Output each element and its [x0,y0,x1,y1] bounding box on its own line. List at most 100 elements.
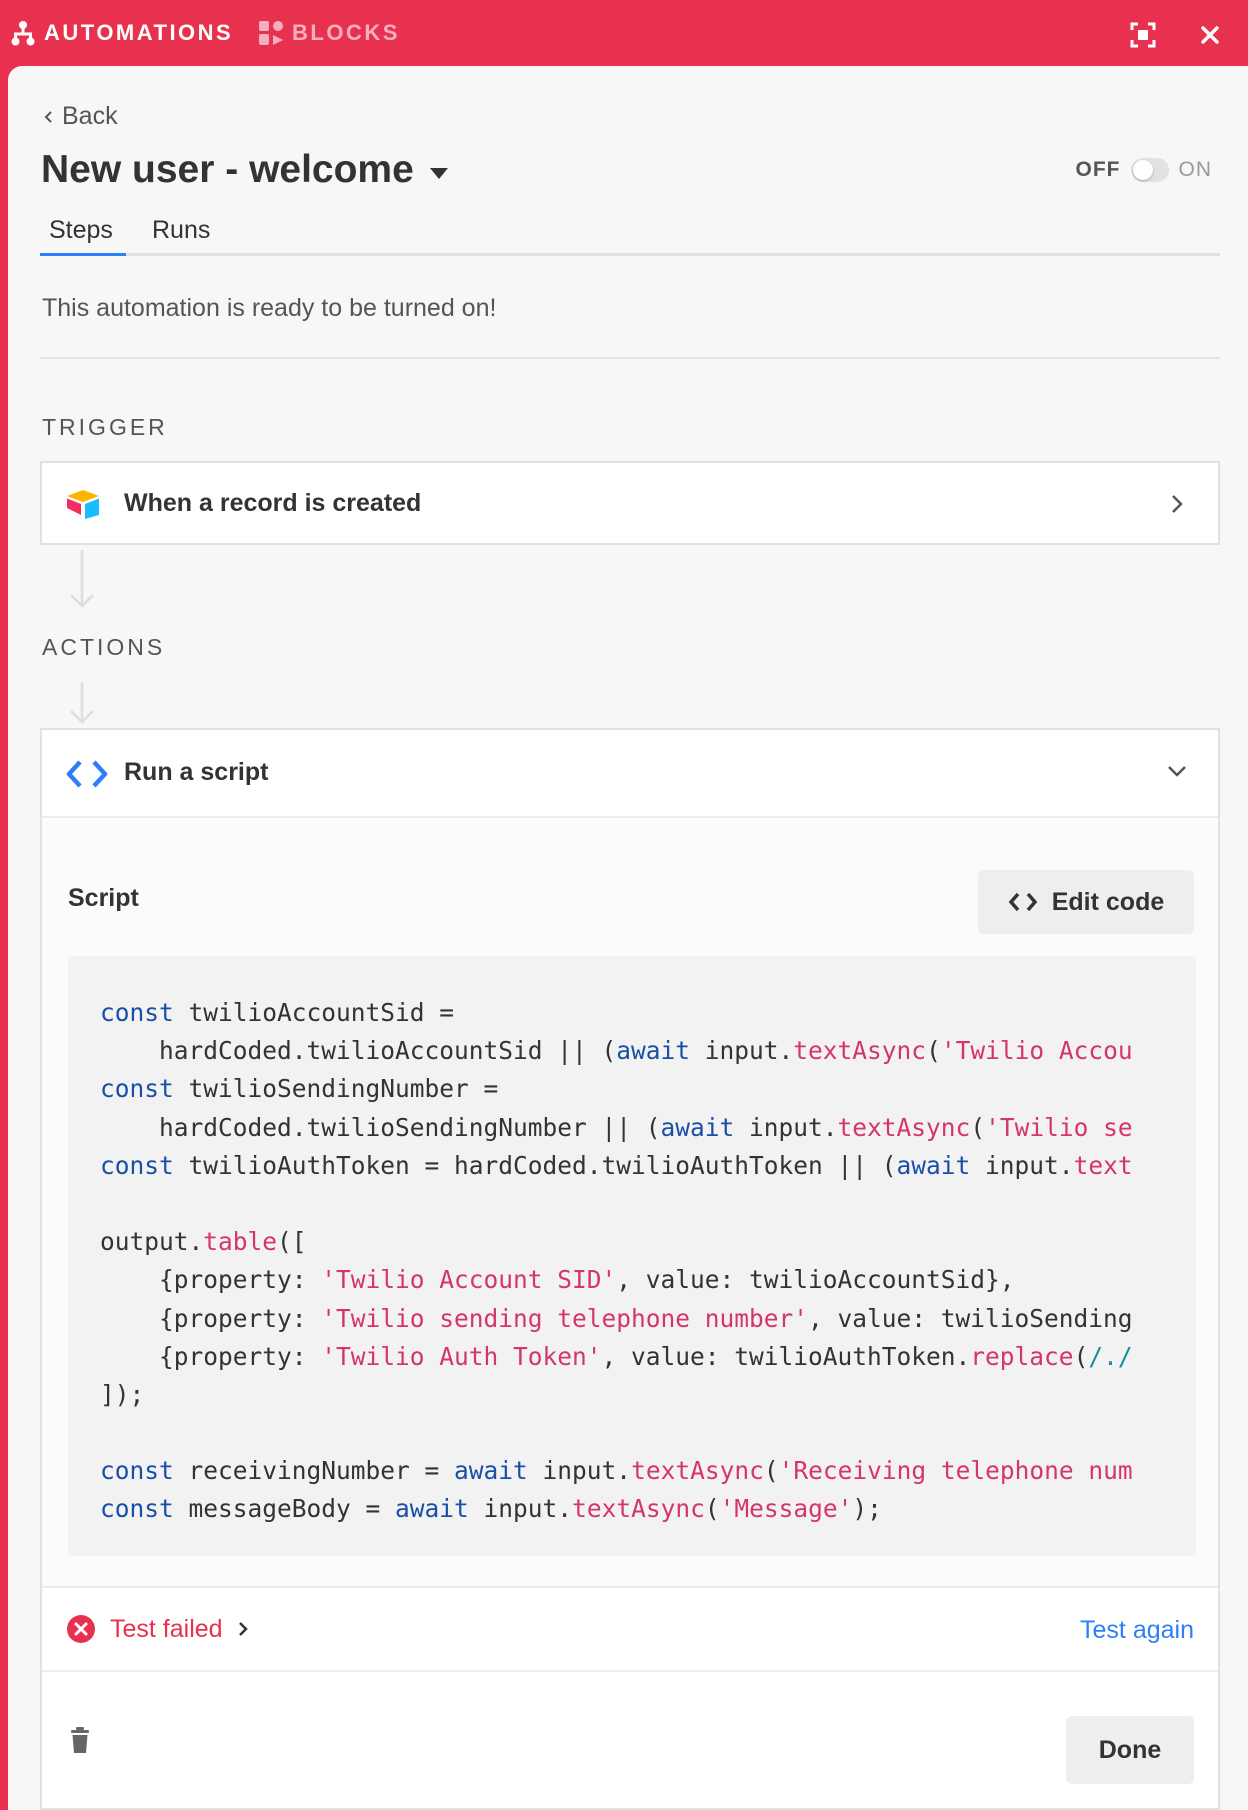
chevron-right-icon [238,1622,248,1636]
code-token: await [616,1036,691,1066]
toggle-off-label: OFF [1075,158,1121,181]
expand-icon [1130,22,1156,48]
back-label: Back [62,102,118,130]
edit-code-button[interactable]: Edit code [978,870,1194,934]
tab-blocks-label: BLOCKS [292,20,400,45]
code-token: ]); [100,1379,145,1409]
top-bar: AUTOMATIONS BLOCKS [0,0,1248,68]
script-code-block[interactable]: const twilioAccountSid = hardCoded.twili… [68,956,1196,1556]
code-token: , value: twilioAuthToken. [601,1341,971,1371]
code-token: await [395,1494,469,1524]
tab-runs[interactable]: Runs [152,216,210,245]
code-line: {property: 'Twilio Auth Token', value: t… [100,1338,1196,1376]
code-line: output.table([ [100,1223,1196,1261]
code-icon [1008,892,1038,912]
code-token: const [100,1074,189,1104]
airtable-logo-icon [67,490,99,519]
code-token: hardCoded.twilioSendingNumber || ( [100,1112,661,1142]
view-tabs: Steps Runs [40,204,1220,256]
code-token: twilioAccountSid = [188,998,455,1027]
code-token: replace [970,1341,1074,1371]
code-line: const twilioSendingNumber = [100,1070,1196,1108]
chevron-right-icon [1172,495,1183,513]
code-token: textAsync [631,1456,764,1486]
code-token: await [896,1150,971,1180]
test-row: Test failed Test again [42,1586,1218,1672]
code-token: textAsync [572,1494,705,1524]
action-label: Run a script [124,758,269,786]
flow-arrow-icon [70,550,94,608]
code-token: ( [926,1036,941,1066]
code-token: , value: twilioAccountSid}, [616,1265,1015,1295]
code-token: ); [852,1494,882,1524]
code-token: ( [1073,1341,1089,1371]
code-token: ( [763,1456,779,1486]
trash-icon[interactable] [70,1726,90,1754]
chevron-left-icon [44,110,52,123]
flow-arrow-icon [70,682,94,724]
code-line: hardCoded.twilioSendingNumber || (await … [100,1109,1196,1147]
code-token: messageBody = [188,1494,396,1524]
code-token: ( [704,1494,720,1524]
chevron-down-icon [1168,766,1186,777]
code-token: 'Twilio sending telephone number' [321,1303,809,1333]
code-token: 'Twilio Account SID' [321,1265,617,1295]
expand-button[interactable] [1128,20,1158,50]
code-token: , value: twilioSending [808,1303,1133,1333]
caret-down-icon [429,167,448,179]
on-off-toggle[interactable] [1130,158,1169,182]
code-token: input. [527,1456,632,1486]
code-line: ]); [100,1376,1196,1414]
test-again-link[interactable]: Test again [1080,1616,1194,1645]
code-token: 'Twilio se [985,1112,1133,1142]
close-button[interactable] [1195,20,1225,50]
test-failed-link[interactable]: Test failed [66,1614,249,1644]
action-header[interactable]: Run a script [42,730,1218,818]
code-token: input. [468,1494,573,1524]
edit-code-label: Edit code [1051,887,1165,916]
done-label: Done [1098,1735,1162,1764]
tab-automations-label: AUTOMATIONS [44,20,234,45]
title-row[interactable]: New user - welcome [41,148,448,192]
code-token: 'Twilio Auth Token' [321,1341,602,1371]
active-tab-indicator [40,253,126,256]
code-token: table [203,1227,278,1257]
trigger-section-label: TRIGGER [42,414,168,440]
test-status: Test failed [110,1614,223,1643]
code-token: twilioSendingNumber = [188,1074,499,1104]
code-token: input. [734,1112,838,1142]
code-line: const messageBody = await input.textAsyn… [100,1490,1196,1528]
script-label: Script [68,884,139,912]
back-link[interactable]: Back [44,102,118,131]
code-token: twilioAuthToken = hardCoded.twilioAuthTo… [188,1150,897,1180]
trigger-card[interactable]: When a record is created [40,461,1220,545]
code-token: 'Receiving telephone num [778,1456,1133,1486]
tab-blocks[interactable]: BLOCKS [258,20,400,46]
code-token: textAsync [793,1036,927,1066]
code-token: {property: [100,1265,322,1295]
code-token: const [100,1150,189,1180]
code-token: textAsync [837,1112,971,1142]
code-token: const [100,1456,189,1486]
action-footer: Done [42,1674,1218,1810]
close-icon [1201,26,1219,44]
code-token: /./ [1088,1341,1133,1371]
code-token: ([ [277,1227,307,1257]
tab-steps[interactable]: Steps [49,216,113,245]
code-line: const twilioAuthToken = hardCoded.twilio… [100,1147,1196,1185]
code-icon [66,760,108,788]
code-token: receivingNumber = [188,1456,455,1486]
code-token: ( [970,1112,986,1142]
blocks-icon [259,21,283,45]
code-token: 'Twilio Accou [940,1036,1133,1066]
automation-panel: Back New user - welcome OFF ON Steps Run… [8,66,1248,1810]
code-token: input. [690,1036,794,1066]
done-button[interactable]: Done [1066,1716,1194,1784]
code-line: {property: 'Twilio sending telephone num… [100,1300,1196,1338]
code-token: text [1073,1150,1133,1180]
tab-automations[interactable]: AUTOMATIONS [10,20,233,46]
code-token: hardCoded.twilioAccountSid || ( [100,1036,617,1066]
code-token: const [100,1494,189,1524]
code-token: {property: [100,1341,322,1371]
